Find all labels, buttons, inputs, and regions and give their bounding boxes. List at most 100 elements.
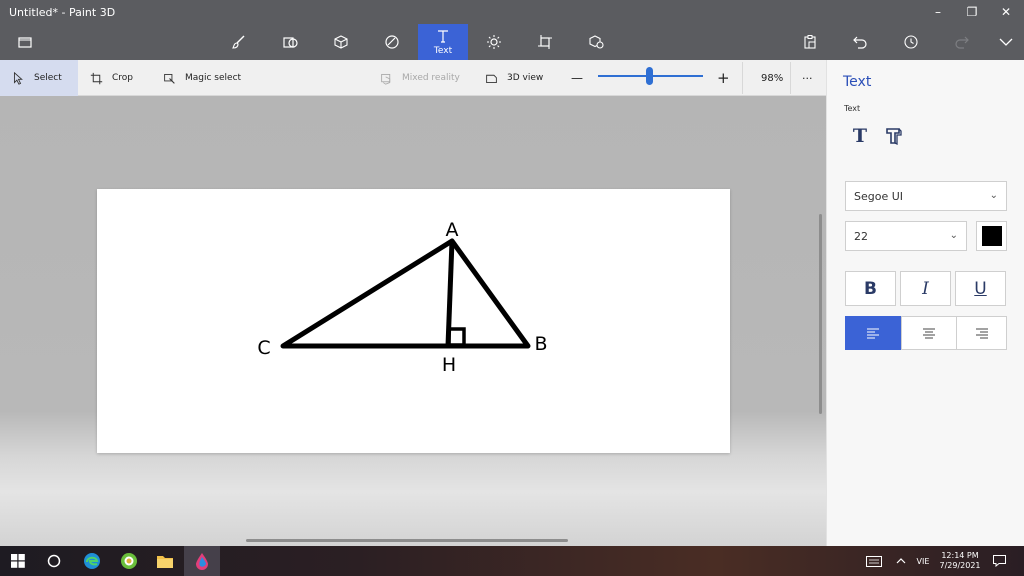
expand-toolbar-button[interactable] <box>981 24 1024 60</box>
align-left-icon <box>867 328 879 339</box>
menu-button[interactable] <box>0 24 50 60</box>
brush-icon <box>232 35 245 49</box>
paste-button[interactable] <box>785 24 835 60</box>
restore-button[interactable]: ❐ <box>957 2 987 22</box>
label-b: B <box>534 333 547 355</box>
underline-button[interactable]: U <box>955 271 1006 306</box>
action-center-button[interactable] <box>988 546 1010 576</box>
text-properties-panel: Text Text T Segoe UI ⌄ 22 ⌄ B I U <box>826 60 1024 546</box>
mixed-reality-label: Mixed reality <box>402 73 460 83</box>
redo-button[interactable] <box>937 24 987 60</box>
brushes-tool[interactable] <box>214 24 264 60</box>
taskbar-app-green[interactable] <box>111 546 147 576</box>
keyboard-tray-button[interactable] <box>862 546 886 576</box>
2d-text-icon: T <box>852 125 868 147</box>
more-options-button[interactable]: ··· <box>802 60 813 96</box>
panel-title: Text <box>843 74 872 90</box>
clock-time: 12:14 PM <box>941 551 979 560</box>
triangle-drawing: A B C H <box>257 219 547 376</box>
2d-text-button[interactable]: T <box>848 124 872 148</box>
align-left-button[interactable] <box>845 316 901 350</box>
paint-3d-icon <box>196 553 208 570</box>
vertical-scrollbar[interactable] <box>819 214 822 414</box>
3d-text-icon <box>886 128 902 146</box>
text-tool-label: Text <box>433 46 453 56</box>
select-button[interactable]: Select <box>0 60 78 96</box>
font-size-select[interactable]: 22 ⌄ <box>845 221 967 251</box>
folder-icon <box>18 37 32 48</box>
undo-icon <box>853 36 867 49</box>
canvas-tool[interactable] <box>520 24 570 60</box>
3d-cube-icon <box>334 35 348 49</box>
align-center-icon <box>923 328 935 339</box>
mixed-reality-button[interactable]: Mixed reality <box>380 60 460 96</box>
align-right-button[interactable] <box>956 316 1007 350</box>
chevron-up-icon <box>896 558 906 564</box>
2d-shapes-icon <box>283 37 298 48</box>
taskbar-edge[interactable] <box>74 546 110 576</box>
2d-shapes-tool[interactable] <box>265 24 315 60</box>
zoom-in-button[interactable]: + <box>717 60 730 96</box>
drawing-canvas[interactable]: A B C H <box>97 189 730 453</box>
font-size-value: 22 <box>854 229 868 243</box>
cursor-icon <box>13 71 23 85</box>
zoom-level[interactable]: 98% <box>761 60 783 96</box>
text-color-button[interactable] <box>976 221 1007 251</box>
label-h: H <box>442 354 456 376</box>
show-hidden-icons-button[interactable] <box>892 546 910 576</box>
text-tool[interactable]: Text <box>418 24 468 60</box>
crop-icon <box>90 72 103 84</box>
font-family-select[interactable]: Segoe UI ⌄ <box>845 181 1007 211</box>
window-title: Untitled* - Paint 3D <box>9 6 116 19</box>
folder-icon <box>157 556 173 568</box>
edge-browser-icon <box>84 553 100 569</box>
clock[interactable]: 12:14 PM 7/29/2021 <box>936 546 984 576</box>
text-icon <box>438 30 448 43</box>
select-label: Select <box>34 73 62 83</box>
toolbar-divider <box>742 62 743 94</box>
color-swatch <box>981 226 1002 246</box>
align-center-button[interactable] <box>901 316 957 350</box>
minimize-button[interactable]: – <box>923 2 953 22</box>
3d-library-tool[interactable] <box>571 24 621 60</box>
effects-tool[interactable] <box>469 24 519 60</box>
3d-text-button[interactable] <box>882 124 906 148</box>
stickers-tool[interactable] <box>367 24 417 60</box>
3d-view-button[interactable]: 3D view <box>485 60 543 96</box>
label-a: A <box>446 219 459 241</box>
expand-chevron-icon <box>999 38 1013 46</box>
zoom-out-button[interactable]: — <box>571 60 583 96</box>
sun-icon <box>487 35 501 49</box>
magic-select-icon <box>164 73 175 84</box>
close-button[interactable]: ✕ <box>991 2 1021 22</box>
keyboard-icon <box>866 555 882 567</box>
taskbar-paint-3d[interactable] <box>184 546 220 576</box>
secondary-toolbar: Select Crop Magic select Mixed reality 3… <box>0 60 826 96</box>
horizontal-scrollbar[interactable] <box>246 539 568 542</box>
magic-select-button[interactable]: Magic select <box>163 60 241 96</box>
notification-icon <box>992 555 1006 567</box>
font-family-value: Segoe UI <box>854 189 904 203</box>
input-language[interactable]: VIE <box>912 546 934 576</box>
windows-taskbar: VIE 12:14 PM 7/29/2021 <box>0 546 1024 576</box>
italic-button[interactable]: I <box>900 271 951 306</box>
history-button[interactable] <box>886 24 936 60</box>
label-c: C <box>257 337 270 359</box>
bold-button[interactable]: B <box>845 271 896 306</box>
3d-library-icon <box>589 35 604 49</box>
3d-shapes-tool[interactable] <box>316 24 366 60</box>
search-button[interactable] <box>36 546 72 576</box>
3d-view-icon <box>486 74 497 83</box>
crop-label: Crop <box>112 73 134 83</box>
workspace: A B C H <box>0 96 826 546</box>
redo-icon <box>955 36 969 49</box>
undo-button[interactable] <box>835 24 885 60</box>
crop-button[interactable]: Crop <box>90 60 133 96</box>
right-angle-marker <box>447 327 466 347</box>
taskbar-file-explorer[interactable] <box>147 546 183 576</box>
colorful-app-icon <box>121 553 137 569</box>
start-button[interactable] <box>0 546 36 576</box>
zoom-slider-thumb[interactable] <box>646 67 653 85</box>
triangle-abc <box>280 238 531 349</box>
mixed-reality-icon <box>381 73 391 85</box>
